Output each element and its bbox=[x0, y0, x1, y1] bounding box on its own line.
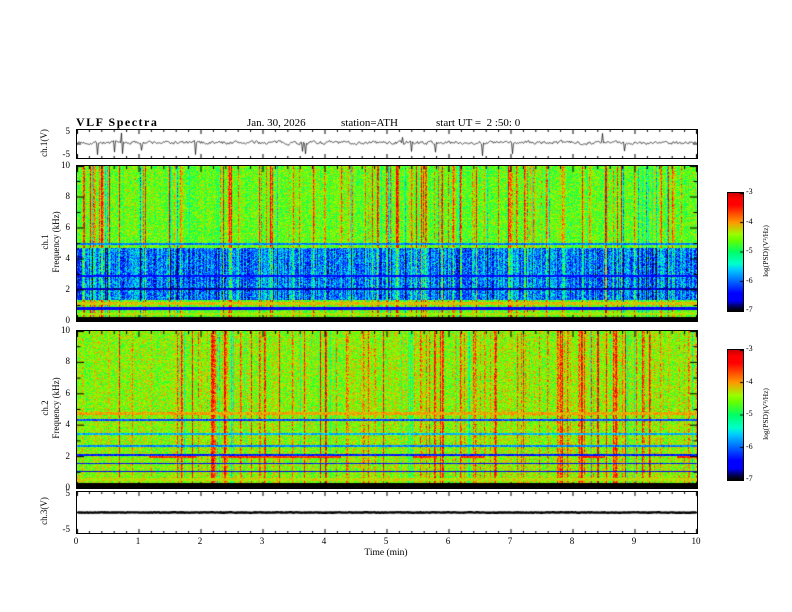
ch1-spectrogram bbox=[77, 166, 697, 321]
colorbar-tick-label: -5 bbox=[746, 246, 753, 255]
time-tick-label: 4 bbox=[321, 536, 327, 546]
ch3-waveform-plot bbox=[77, 492, 697, 533]
freq-tick-label: 4 bbox=[65, 419, 71, 430]
ch2-freq-label-text: Frequency (kHz) bbox=[51, 377, 61, 439]
freq-tick-label: 4 bbox=[65, 253, 71, 263]
colorbar-tick-label: -6 bbox=[746, 275, 753, 285]
freq-tick-label: 6 bbox=[65, 222, 71, 232]
time-axis-label: Time (min) bbox=[364, 548, 408, 558]
station-label: station=ATH bbox=[341, 117, 398, 129]
ch2-freq-axis-label: ch.2 Frequency (kHz) bbox=[40, 353, 62, 463]
colorbar-2-frame bbox=[727, 349, 744, 481]
ch1-freq-label-text: Frequency (kHz) bbox=[51, 211, 61, 273]
freq-tick-label: 6 bbox=[65, 387, 71, 398]
vlf-spectra-figure: VLF Spectra Jan. 30, 2026 station=ATH st… bbox=[0, 0, 792, 612]
time-tick-label: 0 bbox=[73, 536, 79, 546]
ch2-spectrogram bbox=[77, 331, 697, 488]
freq-tick-label: 0 bbox=[65, 315, 71, 325]
ch3-volt-axis-text: ch.3(V) bbox=[38, 497, 49, 525]
volt-tick-label: 5 bbox=[65, 488, 71, 498]
ch1-spectrogram-panel bbox=[76, 165, 698, 322]
start-ut-label: start UT = 2 :50: 0 bbox=[436, 117, 521, 129]
freq-tick-label: 2 bbox=[65, 284, 71, 294]
ch1-waveform-panel bbox=[76, 129, 698, 159]
figure-title: VLF Spectra bbox=[76, 115, 159, 129]
time-tick-label: 6 bbox=[445, 536, 451, 546]
colorbar-tick-label: -3 bbox=[746, 344, 753, 353]
freq-tick-label: 8 bbox=[65, 191, 71, 201]
freq-tick-label: 10 bbox=[61, 160, 70, 170]
time-tick-label: 10 bbox=[691, 536, 701, 546]
time-tick-label: 8 bbox=[569, 536, 575, 546]
colorbar-tick-label: -4 bbox=[746, 376, 753, 386]
colorbar-tick-label: -6 bbox=[746, 441, 753, 451]
time-tick-label: 9 bbox=[631, 536, 637, 546]
ch2-label-text: ch.2 bbox=[40, 400, 50, 416]
freq-tick-label: 8 bbox=[65, 356, 71, 367]
ch3-waveform-panel bbox=[76, 491, 698, 534]
volt-tick-label: -5 bbox=[62, 149, 71, 159]
colorbar-1-frame bbox=[727, 192, 744, 312]
ch1-label-text: ch.1 bbox=[40, 234, 50, 250]
ch1-freq-axis-label: ch.1 Frequency (kHz) bbox=[40, 187, 62, 297]
time-tick-label: 3 bbox=[259, 536, 265, 546]
colorbar-tick-label: -7 bbox=[746, 474, 753, 483]
date-label: Jan. 30, 2026 bbox=[247, 117, 306, 129]
time-tick-label: 1 bbox=[135, 536, 141, 546]
colorbar-tick-label: -7 bbox=[746, 305, 753, 314]
ch1-waveform-plot bbox=[77, 130, 697, 158]
time-tick-label: 7 bbox=[507, 536, 513, 546]
colorbar-tick-label: -3 bbox=[746, 187, 753, 196]
colorbar-1 bbox=[728, 193, 743, 311]
colorbar-tick-label: -5 bbox=[746, 409, 753, 418]
colorbar-tick-label: -4 bbox=[746, 216, 753, 226]
time-tick-label: 2 bbox=[197, 536, 203, 546]
volt-tick-label: -5 bbox=[62, 524, 71, 534]
ch2-spectrogram-panel bbox=[76, 330, 698, 489]
freq-tick-label: 10 bbox=[61, 325, 70, 335]
time-tick-label: 5 bbox=[383, 536, 389, 546]
volt-tick-label: 5 bbox=[65, 126, 71, 136]
colorbar-2 bbox=[728, 350, 743, 480]
freq-tick-label: 2 bbox=[65, 450, 71, 461]
